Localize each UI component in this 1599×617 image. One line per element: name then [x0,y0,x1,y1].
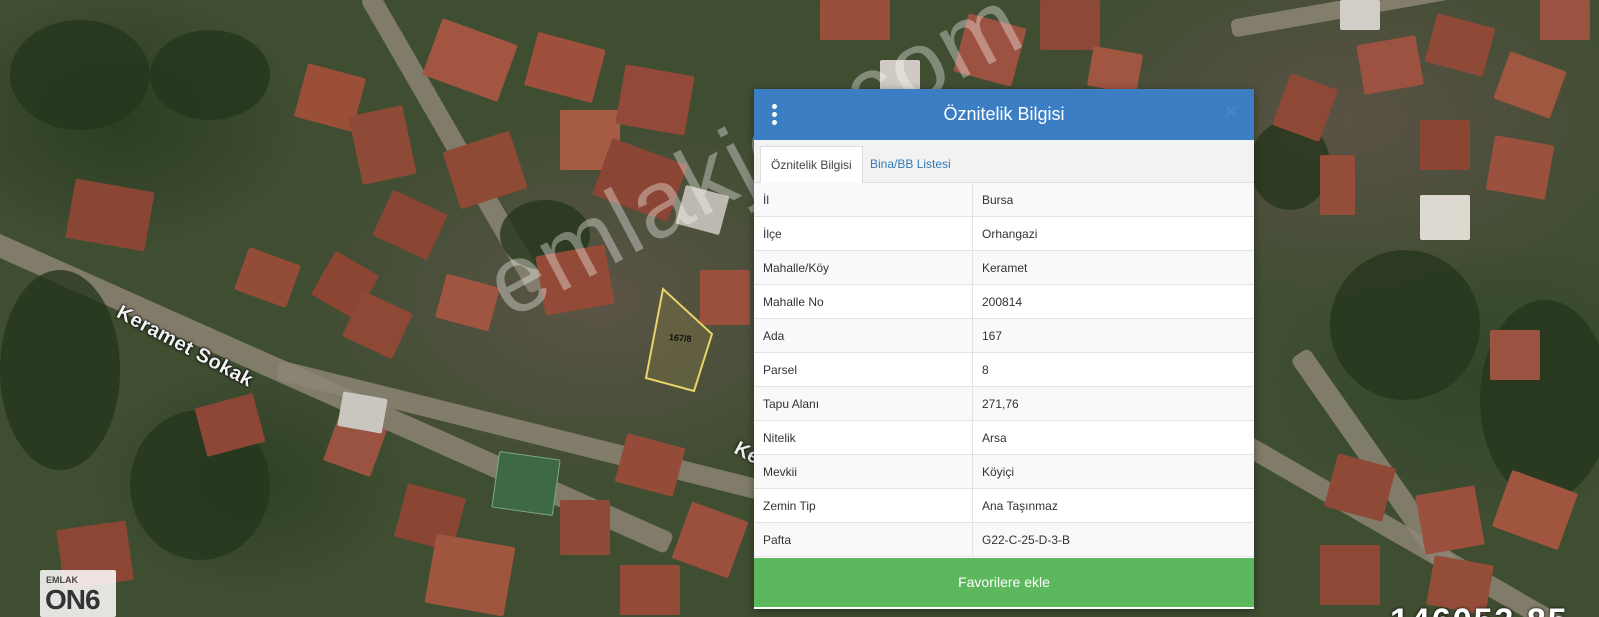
attribute-key: Ada [754,318,973,353]
attribute-value: 271,76 [972,386,1254,421]
attribute-key: Tapu Alanı [754,386,973,421]
table-row: Pafta G22-C-25-D-3-B [754,522,1254,557]
attribute-value: Orhangazi [972,216,1254,251]
table-row: Zemin Tip Ana Taşınmaz [754,488,1254,523]
attribute-key: Zemin Tip [754,488,973,523]
attribute-value: Bursa [972,183,1254,217]
table-row: İl Bursa [754,183,1254,217]
attribute-value: Keramet [972,250,1254,285]
listing-number: 146053 85 [1390,604,1569,617]
attribute-value: Ana Taşınmaz [972,488,1254,523]
attribute-value: Köyiçi [972,454,1254,489]
logo-bottom-text: ON6 [45,584,101,615]
attribute-key: Mevkii [754,454,973,489]
panel-title: Öznitelik Bilgisi [943,104,1065,124]
attribute-key: Mahalle/Köy [754,250,973,285]
table-row: İlçe Orhangazi [754,216,1254,251]
attribute-key: Mahalle No [754,284,973,319]
tab-oznitelik-bilgisi[interactable]: Öznitelik Bilgisi [760,146,863,184]
attribute-value: 200814 [972,284,1254,319]
table-row: Mahalle No 200814 [754,284,1254,319]
table-row: Mevkii Köyiçi [754,454,1254,489]
attribute-key: İl [754,183,973,217]
attribute-key: Pafta [754,522,973,557]
parcel-label: 167/8 [668,332,692,344]
attribute-key: Nitelik [754,420,973,455]
attribute-value: G22-C-25-D-3-B [972,522,1254,557]
attribute-info-panel: Öznitelik Bilgisi × Öznitelik Bilgisi Bi… [754,89,1254,609]
panel-header: Öznitelik Bilgisi × [754,89,1254,140]
table-row: Ada 167 [754,318,1254,353]
table-row: Mahalle/Köy Keramet [754,250,1254,285]
panel-tabs: Öznitelik Bilgisi Bina/BB Listesi [754,140,1254,184]
table-row: Nitelik Arsa [754,420,1254,455]
vertical-dots-icon[interactable] [772,104,778,126]
table-row: Parsel 8 [754,352,1254,387]
attribute-table: İl Bursa İlçe Orhangazi Mahalle/Köy Kera… [754,183,1254,557]
table-row: Tapu Alanı 271,76 [754,386,1254,421]
tab-bina-bb-listesi[interactable]: Bina/BB Listesi [860,146,961,182]
brand-logo: EMLAK ON6 [40,570,116,617]
attribute-value: 8 [972,352,1254,387]
attribute-key: İlçe [754,216,973,251]
add-to-favorites-button[interactable]: Favorilere ekle [754,558,1254,607]
close-icon[interactable]: × [1222,101,1240,123]
attribute-key: Parsel [754,352,973,387]
attribute-value: 167 [972,318,1254,353]
attribute-value: Arsa [972,420,1254,455]
